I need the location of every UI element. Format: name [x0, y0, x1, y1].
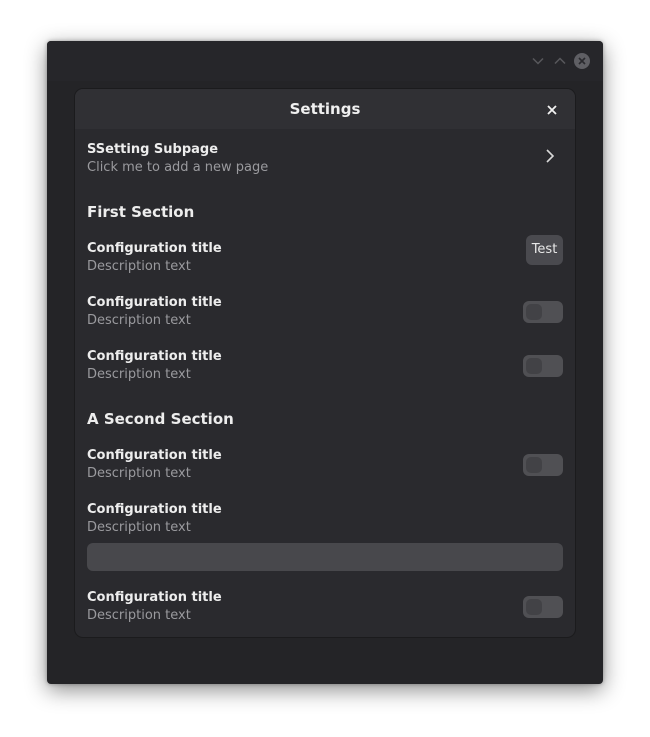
- row-title: Configuration title: [87, 349, 222, 364]
- row-title: Configuration title: [87, 295, 222, 310]
- row-description: Description text: [87, 259, 191, 274]
- section-title: A Second Section: [87, 410, 234, 428]
- switch-knob: [526, 599, 542, 615]
- subpage-title: SSetting Subpage: [87, 142, 219, 157]
- settings-row: Configuration title Description text: [87, 502, 563, 538]
- dialog-close-button[interactable]: [545, 102, 559, 116]
- switch-knob: [526, 457, 542, 473]
- dialog-title: Settings: [289, 100, 361, 118]
- row-title: Configuration title: [87, 241, 222, 256]
- section-title: First Section: [87, 203, 195, 221]
- settings-dialog: Settings SSetting Subpage Click me to ad…: [75, 89, 575, 637]
- minimize-button[interactable]: [530, 53, 546, 69]
- close-icon: [574, 53, 590, 69]
- subpage-row[interactable]: SSetting Subpage Click me to add a new p…: [87, 142, 563, 182]
- chevron-down-icon: [532, 57, 544, 65]
- row-description: Description text: [87, 367, 191, 382]
- close-icon: [547, 105, 557, 115]
- row-description: Description text: [87, 608, 191, 623]
- settings-row: Configuration title Description text: [87, 590, 563, 626]
- row-description: Description text: [87, 313, 191, 328]
- window-titlebar[interactable]: [47, 41, 603, 81]
- toggle-switch[interactable]: [523, 454, 563, 476]
- test-button[interactable]: Test: [526, 235, 563, 265]
- toggle-switch[interactable]: [523, 301, 563, 323]
- settings-row: Configuration title Description text: [87, 349, 563, 385]
- app-window: Settings SSetting Subpage Click me to ad…: [47, 41, 603, 684]
- text-entry-field[interactable]: [87, 543, 563, 571]
- toggle-switch[interactable]: [523, 596, 563, 618]
- settings-row: Configuration title Description text: [87, 448, 563, 484]
- settings-row: Configuration title Description text: [87, 295, 563, 331]
- row-description: Description text: [87, 520, 191, 535]
- chevron-up-icon: [554, 57, 566, 65]
- switch-knob: [526, 304, 542, 320]
- toggle-switch[interactable]: [523, 355, 563, 377]
- subpage-description: Click me to add a new page: [87, 160, 269, 175]
- window-close-button[interactable]: [574, 53, 590, 69]
- row-title: Configuration title: [87, 502, 222, 517]
- row-title: Configuration title: [87, 590, 222, 605]
- row-title: Configuration title: [87, 448, 222, 463]
- settings-row: Configuration title Description text Tes…: [87, 235, 563, 277]
- switch-knob: [526, 358, 542, 374]
- maximize-button[interactable]: [552, 53, 568, 69]
- chevron-right-icon: [546, 149, 555, 163]
- row-description: Description text: [87, 466, 191, 481]
